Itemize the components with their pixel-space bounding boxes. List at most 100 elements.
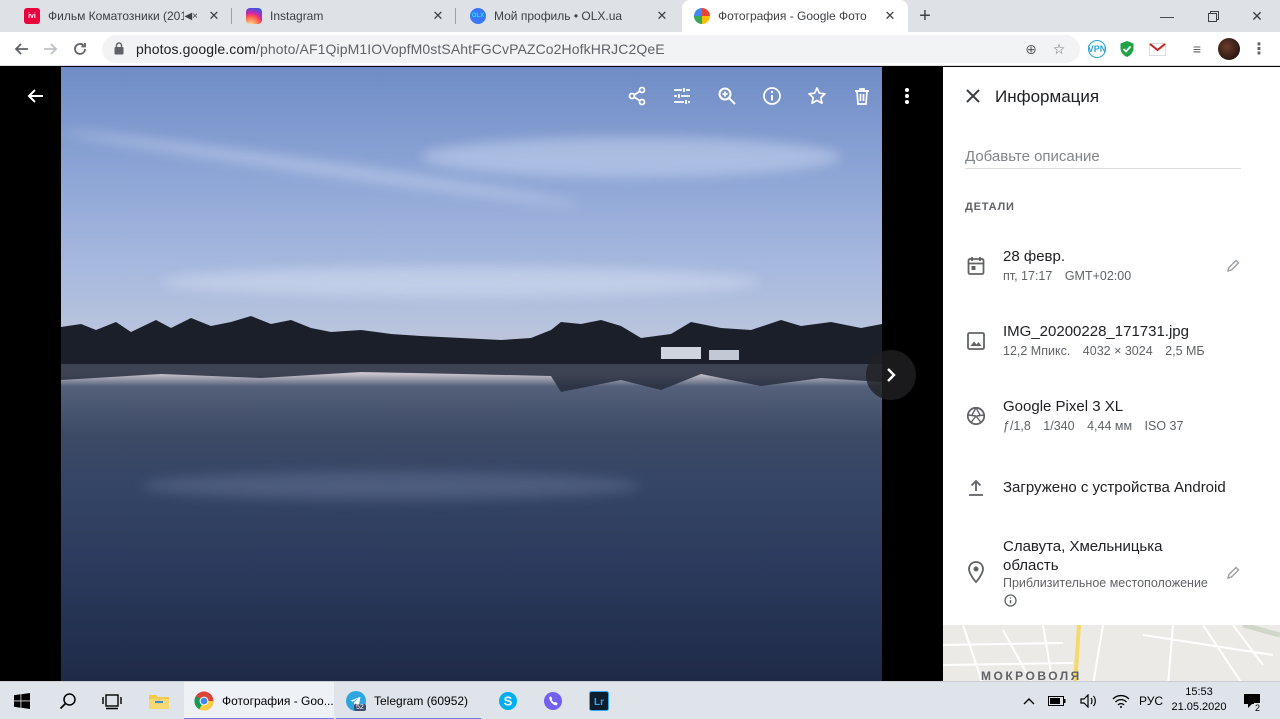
browser-tabstrip: ivi Фильм Коматозники (2017) ◀× ✕ Instag…: [0, 0, 1280, 32]
browser-toolbar: photos.google.com/photo/AF1QipM1IOVopfM0…: [0, 32, 1280, 66]
photo-viewer: [0, 67, 943, 681]
system-clock[interactable]: 15:53 21.05.2020: [1164, 685, 1234, 715]
info-header: Информация: [943, 67, 1280, 125]
share-icon[interactable]: [623, 82, 651, 110]
taskbar-app-label: Telegram (60952): [374, 694, 469, 708]
star-icon[interactable]: [803, 82, 831, 110]
close-tab-icon[interactable]: ✕: [654, 8, 670, 24]
input-language-indicator[interactable]: РУС: [1136, 682, 1166, 719]
close-window-icon[interactable]: ✕: [1234, 0, 1280, 32]
back-icon[interactable]: [10, 37, 34, 61]
location-name: Славута, Хмельницька область: [1003, 538, 1163, 574]
add-bookmark-plus-icon[interactable]: ⊕: [1022, 40, 1040, 58]
camera-focal: 4,44 мм: [1087, 419, 1133, 433]
lightroom-icon[interactable]: Lr: [577, 682, 621, 719]
extension-gmail-icon[interactable]: [1148, 40, 1166, 58]
chevron-right-icon: [887, 368, 896, 382]
location-map[interactable]: МОКРОВОЛЯ: [943, 625, 1280, 681]
viber-icon[interactable]: [531, 682, 575, 719]
image-file-icon: [965, 330, 987, 352]
upload-icon: [965, 477, 987, 499]
details-label: ДЕТАЛИ: [965, 201, 1015, 213]
reload-icon[interactable]: [68, 37, 92, 61]
file-megapixels: 12,2 Мпикс.: [1003, 344, 1071, 358]
file-row: IMG_20200228_171731.jpg 12,2 Мпикс. 4032…: [943, 320, 1280, 364]
info-panel: Информация ДЕТАЛИ 28 февр. пт, 17:17 GMT…: [943, 67, 1280, 681]
clock-time: 15:53: [1185, 686, 1213, 698]
speaker-muted-icon[interactable]: ◀×: [184, 11, 198, 22]
google-photos-favicon-icon: [694, 8, 710, 24]
delete-icon[interactable]: [848, 82, 876, 110]
clock-date: 21.05.2020: [1171, 701, 1227, 713]
extension-shield-icon[interactable]: [1118, 40, 1136, 58]
task-view-icon[interactable]: [90, 682, 134, 719]
close-tab-icon[interactable]: ✕: [430, 8, 446, 24]
camera-row: Google Pixel 3 XL ƒ/1,8 1/340 4,44 мм IS…: [943, 395, 1280, 439]
file-explorer-icon[interactable]: [137, 682, 181, 719]
camera-aperture-icon: [965, 405, 987, 427]
calendar-icon: [965, 255, 987, 277]
file-name: IMG_20200228_171731.jpg: [1003, 323, 1189, 340]
back-arrow-icon[interactable]: [22, 82, 50, 110]
close-tab-icon[interactable]: ✕: [206, 8, 222, 24]
tab-title: Instagram: [270, 9, 324, 23]
file-resolution: 4032 × 3024: [1082, 344, 1153, 358]
next-photo-button[interactable]: [866, 350, 916, 400]
camera-aperture: ƒ/1,8: [1003, 419, 1031, 433]
more-vert-icon[interactable]: [893, 82, 921, 110]
tab-google-photos[interactable]: Фотография - Google Фото ✕: [682, 0, 908, 32]
weekday-time: пт, 17:17: [1003, 269, 1053, 283]
svg-text:S: S: [504, 694, 513, 709]
windows-start-icon[interactable]: [0, 682, 44, 719]
close-tab-icon[interactable]: ✕: [882, 8, 898, 24]
wifi-icon[interactable]: [1110, 682, 1132, 719]
chrome-icon: [194, 691, 214, 711]
telegram-unread-badge: 52: [354, 704, 366, 711]
reading-list-icon[interactable]: ≡: [1188, 40, 1206, 58]
browser-menu-icon[interactable]: ⋮: [1250, 40, 1268, 58]
taskbar-app-chrome[interactable]: Фотография - Goo...: [184, 682, 334, 719]
tab-olx[interactable]: OLX Мой профиль • OLX.ua ✕: [458, 0, 680, 32]
volume-icon[interactable]: [1078, 682, 1100, 719]
map-place-label: МОКРОВОЛЯ: [981, 669, 1082, 681]
zoom-icon[interactable]: [713, 82, 741, 110]
photo-image[interactable]: [61, 67, 882, 681]
olx-favicon-icon: OLX: [470, 8, 486, 24]
address-bar[interactable]: photos.google.com/photo/AF1QipM1IOVopfM0…: [102, 35, 1080, 63]
description-input[interactable]: [965, 145, 1241, 169]
restore-window-icon[interactable]: [1190, 0, 1236, 32]
extension-vpn-icon[interactable]: VPN: [1088, 40, 1106, 58]
taskbar-app-label: Фотография - Goo...: [222, 694, 334, 708]
new-tab-icon[interactable]: +: [914, 6, 936, 28]
edit-date-icon[interactable]: [1225, 258, 1241, 274]
lock-icon[interactable]: [114, 42, 126, 56]
battery-icon[interactable]: [1046, 682, 1068, 719]
date-row: 28 февр. пт, 17:17 GMT+02:00: [943, 245, 1280, 289]
bookmark-star-icon[interactable]: ☆: [1050, 40, 1068, 58]
show-hidden-icons-chevron-up-icon[interactable]: [1018, 682, 1040, 719]
instagram-favicon-icon: [246, 8, 262, 24]
profile-avatar[interactable]: [1218, 38, 1240, 60]
file-size: 2,5 МБ: [1165, 344, 1205, 358]
camera-iso: ISO 37: [1144, 419, 1184, 433]
search-icon[interactable]: [46, 682, 90, 719]
tab-title: Фильм Коматозники (2017): [48, 9, 185, 23]
info-icon[interactable]: [758, 82, 786, 110]
notification-count-badge: 2: [1254, 703, 1262, 713]
location-note: Приблизительное местоположение: [1003, 576, 1208, 590]
windows-taskbar: Фотография - Goo... 52 Telegram (60952) …: [0, 681, 1280, 719]
taskbar-app-telegram[interactable]: 52 Telegram (60952): [336, 682, 481, 719]
edit-location-icon[interactable]: [1225, 565, 1241, 581]
shoreline-trees: [61, 316, 882, 392]
forward-icon[interactable]: [38, 37, 62, 61]
location-pin-icon: [965, 561, 987, 583]
notifications-icon[interactable]: 2: [1238, 682, 1266, 719]
close-icon[interactable]: [961, 84, 985, 108]
skype-icon[interactable]: S: [486, 682, 530, 719]
tab-instagram[interactable]: Instagram ✕: [234, 0, 456, 32]
upload-row: Загружено с устройства Android: [943, 475, 1280, 501]
edit-adjust-icon[interactable]: [668, 82, 696, 110]
minimize-window-icon[interactable]: —: [1144, 0, 1190, 32]
tab-ivi[interactable]: ivi Фильм Коматозники (2017) ◀× ✕: [12, 0, 232, 32]
location-info-icon[interactable]: [1003, 593, 1017, 607]
